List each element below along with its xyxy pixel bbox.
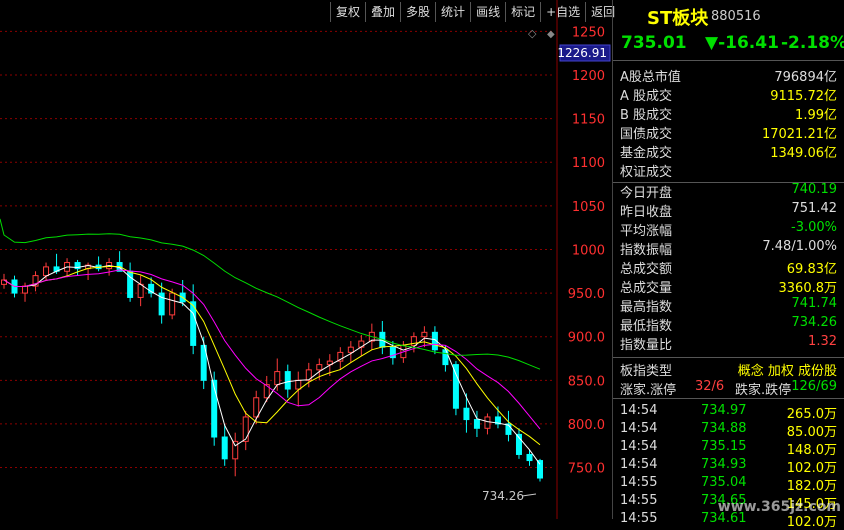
y-tick-label: 1250: [572, 25, 605, 40]
stat-row: 昨日收盘 751.42: [620, 201, 837, 220]
toolbar-button-1[interactable]: 叠加: [365, 2, 400, 22]
candle: [137, 283, 144, 298]
min-value-label: 734.26: [482, 489, 524, 503]
y-tick-label: 950.0: [568, 287, 605, 302]
toolbar-button-6[interactable]: +自选: [540, 2, 585, 22]
candle: [316, 364, 323, 371]
stat-row: 最高指数 741.74: [620, 296, 837, 315]
stat-row: A 股成交 9115.72亿: [620, 89, 837, 104]
candle: [169, 292, 176, 316]
candle: [295, 379, 302, 390]
current-price: 735.01: [621, 33, 687, 53]
candle: [232, 440, 239, 460]
candle: [347, 346, 354, 353]
candle: [537, 460, 543, 479]
y-tick-label: 1050: [572, 200, 605, 215]
candle: [484, 416, 491, 429]
min-pointer: [521, 493, 537, 497]
y-tick-label: 1150: [572, 113, 605, 128]
stat-row: 指数振幅 7.48/1.00%: [620, 239, 837, 258]
stat-row: B 股成交 1.99亿: [620, 108, 837, 123]
tick-row: 14:54 734.88 85.00万: [620, 421, 837, 440]
stat-row: 平均涨幅 -3.00%: [620, 220, 837, 239]
tick-row: 14:54 734.93 102.0万: [620, 457, 837, 476]
toolbar-button-4[interactable]: 画线: [470, 2, 505, 22]
watermark: www.365jz.com: [717, 499, 841, 515]
toolbar-button-5[interactable]: 标记: [505, 2, 540, 22]
stat-row: 指数量比 1.32: [620, 334, 837, 353]
stat-row: 基金成交 1349.06亿: [620, 146, 837, 161]
candle: [526, 453, 533, 462]
toolbar-button-2[interactable]: 多股: [400, 2, 435, 22]
price-change: ▼-16.41: [705, 33, 779, 53]
price-change-pct: -2.18%: [781, 33, 844, 53]
candle: [421, 331, 428, 338]
breadth-row: 涨家.涨停 32/6 跌家.跌停 126/69: [620, 379, 837, 398]
toolbar-button-3[interactable]: 统计: [435, 2, 470, 22]
y-tick-label: 800.0: [568, 418, 605, 433]
stat-row: 权证成交: [620, 165, 673, 180]
tick-row: 14:54 735.15 148.0万: [620, 439, 837, 458]
current-value: 1226.91: [557, 46, 607, 60]
y-tick-label: 850.0: [568, 374, 605, 389]
y-tick-label: 1200: [572, 69, 605, 84]
candle: [43, 266, 50, 277]
candle: [22, 285, 29, 294]
stat-row: 总成交量 3360.8万: [620, 281, 837, 296]
triangle-icon: ◆: [547, 29, 555, 40]
toolbar: 复权 叠加 多股 统计 画线 标记 +自选 返回: [330, 2, 620, 22]
toolbar-button-0[interactable]: 复权: [330, 2, 365, 22]
candle: [242, 416, 249, 442]
y-tick-label: 900.0: [568, 331, 605, 346]
diamond-icon: ◇: [528, 27, 537, 40]
y-tick-label: 1100: [572, 156, 605, 171]
candle: [253, 397, 260, 418]
board-type-row: 板指类型 概念 加权 成份股: [620, 364, 837, 379]
tick-row: 14:55 735.04 182.0万: [620, 475, 837, 494]
stat-row: 今日开盘 740.19: [620, 182, 837, 201]
index-code: 880516: [711, 9, 761, 24]
y-tick-label: 750.0: [568, 462, 605, 477]
candle: [221, 436, 228, 460]
candle: [274, 371, 281, 386]
candle: [284, 371, 291, 390]
ma-line-ma20: [3, 269, 541, 430]
candle: [463, 407, 470, 421]
y-tick-label: 1000: [572, 243, 605, 258]
tick-row: 14:54 734.97 265.0万: [620, 403, 837, 422]
stat-row: A股总市值 796894亿: [620, 70, 837, 85]
stat-row: 总成交额 69.83亿: [620, 262, 837, 277]
info-panel: ST板块 880516 735.01 ▼-16.41 -2.18% A股总市值 7…: [612, 0, 844, 530]
index-name: ST板块: [647, 8, 709, 29]
kline-chart[interactable]: 1250 1200 1150 1100 1050 1000 950.0 900.0 850.0 8…: [0, 0, 612, 519]
ma-line-ma60: [0, 218, 541, 370]
stat-row: 最低指数 734.26: [620, 315, 837, 334]
stat-row: 国债成交 17021.21亿: [620, 127, 837, 142]
candle: [473, 419, 480, 429]
